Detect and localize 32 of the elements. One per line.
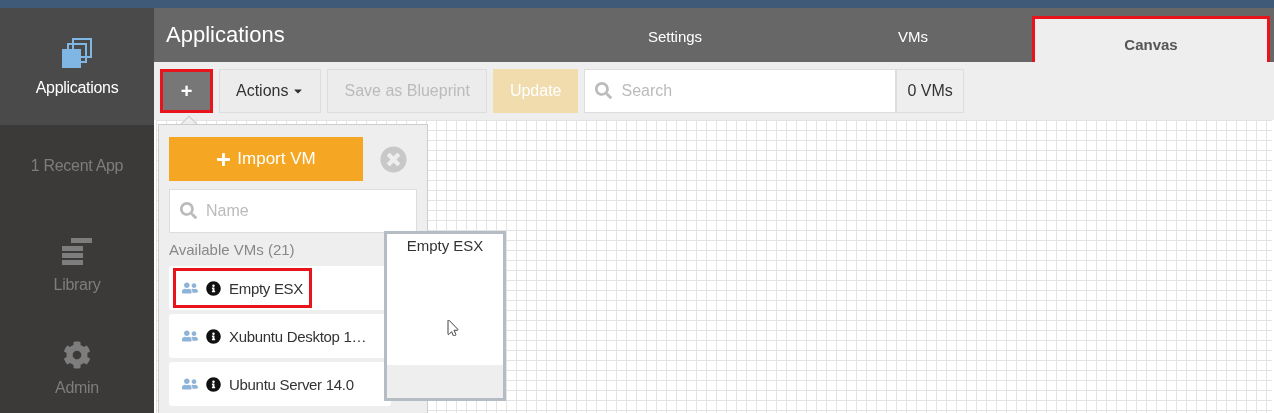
- info-icon[interactable]: [206, 376, 221, 392]
- stacked-squares-icon: [61, 36, 93, 69]
- sidebar-label: Library: [53, 276, 101, 295]
- settings-icon: [63, 340, 91, 369]
- vm-name: Ubuntu Server 14.0: [229, 375, 354, 393]
- tab[interactable]: Canvas: [1032, 16, 1270, 62]
- cursor-icon: [445, 320, 461, 336]
- users-icon: [182, 280, 198, 296]
- add-button[interactable]: +: [160, 69, 213, 113]
- preview-title: Empty ESX: [405, 236, 485, 254]
- search-field[interactable]: Search: [584, 69, 897, 113]
- vm-count: 0 VMs: [896, 69, 964, 113]
- sidebar-label: 1 Recent App: [30, 157, 124, 176]
- users-icon: [182, 376, 198, 392]
- vm-list-item[interactable]: Ubuntu Server 14.0: [169, 362, 391, 406]
- tab[interactable]: VMs: [794, 8, 1032, 62]
- sidebar-item[interactable]: Applications: [0, 8, 154, 126]
- sidebar-label: Applications: [35, 78, 119, 97]
- vm-name: Xubuntu Desktop 1…: [229, 327, 367, 345]
- plus-icon: [216, 151, 232, 167]
- search-icon: [180, 202, 197, 219]
- vm-name: Empty ESX: [229, 279, 303, 297]
- info-icon[interactable]: [206, 280, 221, 296]
- tab[interactable]: Settings: [556, 8, 794, 62]
- name-search-field[interactable]: Name: [169, 189, 417, 233]
- search-icon: [595, 82, 613, 99]
- page-title: Applications: [166, 22, 286, 48]
- users-icon: [182, 328, 198, 344]
- actions-button[interactable]: Actions: [219, 69, 322, 113]
- sidebar-label: Admin: [55, 378, 99, 397]
- info-icon[interactable]: [206, 328, 221, 344]
- stacked-bars-icon: [62, 238, 92, 267]
